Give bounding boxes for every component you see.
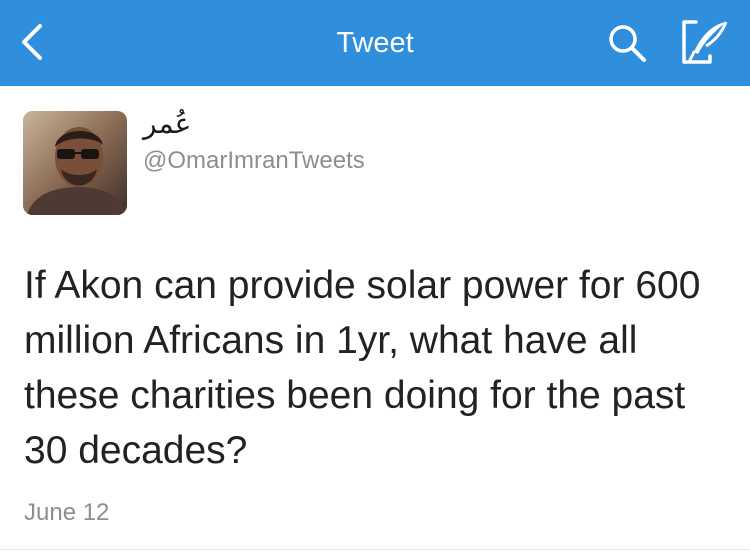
compose-tweet-button[interactable]	[676, 16, 732, 70]
search-button[interactable]	[604, 20, 652, 68]
back-button[interactable]	[12, 18, 54, 66]
divider	[0, 549, 750, 550]
chevron-left-icon	[22, 24, 42, 60]
tweet-timestamp: June 12	[24, 499, 110, 526]
compose-tweet-icon	[682, 20, 728, 64]
top-navigation-bar: Tweet	[0, 0, 750, 86]
author-handle[interactable]: @OmarImranTweets	[143, 146, 365, 176]
search-icon	[609, 25, 646, 62]
tweet-detail-screen: Tweet عُمر @OmarImranTweets If Akon can …	[0, 0, 750, 553]
author-avatar[interactable]	[23, 111, 127, 215]
avatar-photo	[23, 111, 127, 215]
author-display-name[interactable]: عُمر	[143, 104, 191, 144]
tweet-text: If Akon can provide solar power for 600 …	[24, 264, 701, 472]
